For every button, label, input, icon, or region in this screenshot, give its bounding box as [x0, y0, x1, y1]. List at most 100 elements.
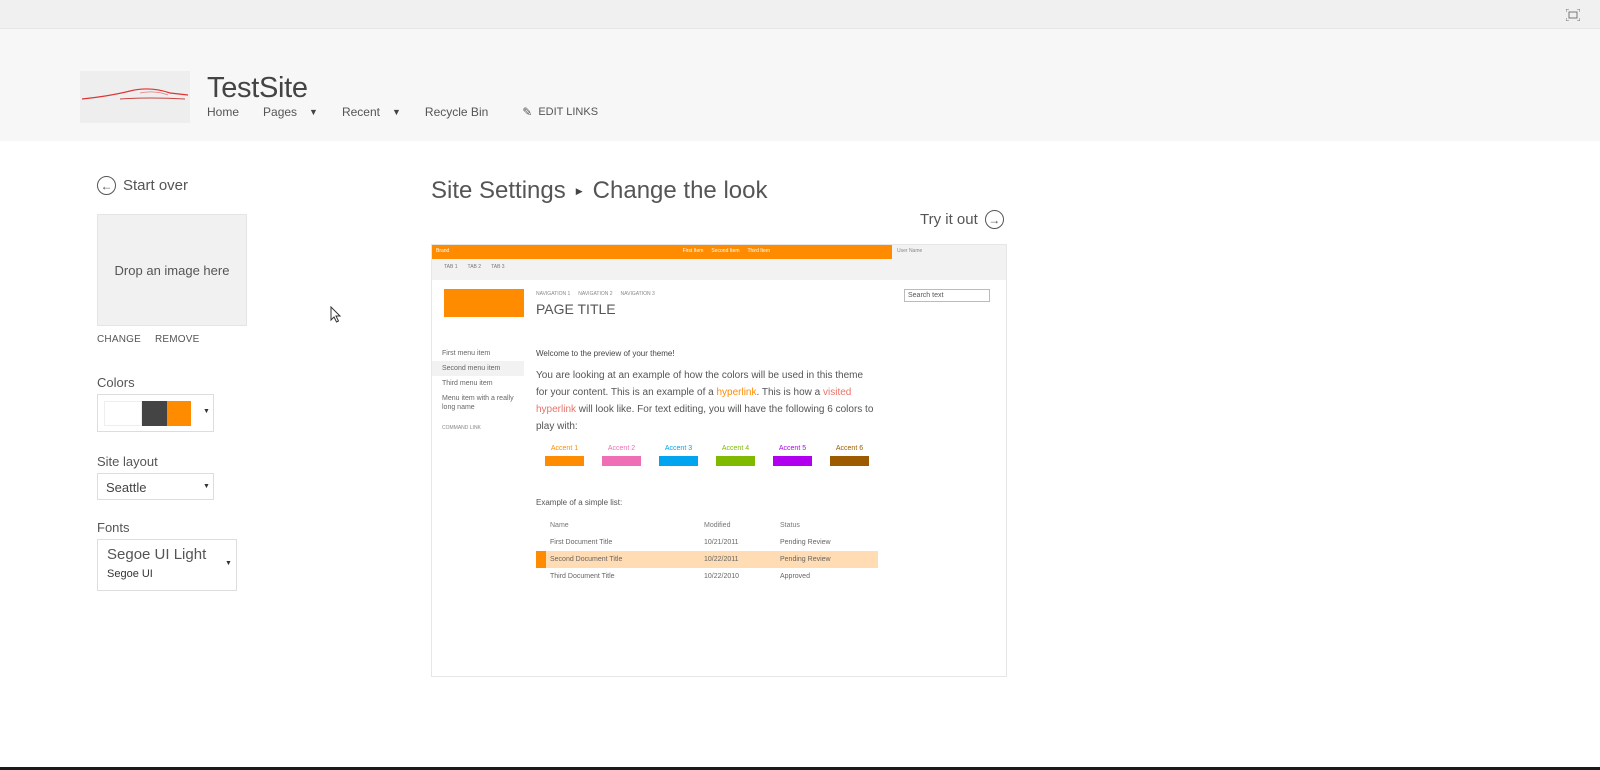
theme-preview: Brand First Item Second Item Third Item …	[431, 244, 1007, 677]
colors-dropdown[interactable]: ▼	[97, 394, 214, 432]
site-logo[interactable]	[80, 71, 190, 123]
fullscreen-focus-icon[interactable]	[1566, 9, 1580, 21]
accent-swatch	[602, 456, 641, 466]
dropdown-caret-icon: ▼	[203, 483, 210, 490]
table-cell: Pending Review	[780, 556, 831, 563]
start-over-button[interactable]: ← Start over	[97, 176, 188, 195]
nav-pages-label: Pages	[263, 105, 298, 119]
accent-color-item: Accent 5	[764, 445, 821, 466]
preview-simple-list: Name Modified Status First Document Titl…	[536, 517, 878, 585]
preview-nav-item: NAVIGATION 1	[536, 291, 571, 297]
page-title: Change the look	[592, 177, 768, 204]
nav-home-label: Home	[207, 105, 240, 119]
table-cell: Approved	[780, 573, 810, 580]
accent-swatch	[830, 456, 869, 466]
preview-list-label: Example of a simple list:	[536, 498, 623, 507]
start-over-label: Start over	[123, 177, 189, 194]
preview-list-header: Name Modified Status	[536, 517, 878, 534]
accent-label: Accent 5	[778, 445, 807, 452]
preview-accent-colors: Accent 1 Accent 2 Accent 3 Accent 4 Accent 5…	[536, 445, 878, 466]
preview-suite-link: Third Item	[747, 248, 770, 254]
font-heading-value: Segoe UI Light	[107, 546, 207, 563]
edit-links-button[interactable]: ✎ EDIT LINKS	[522, 105, 598, 119]
accent-color-item: Accent 3	[650, 445, 707, 466]
preview-suite-link: First Item	[682, 248, 704, 254]
car-logo-icon	[81, 88, 189, 100]
accent-color-item: Accent 2	[593, 445, 650, 466]
preview-search-box: Search text	[904, 289, 990, 302]
breadcrumb: Site Settings ▶ Change the look	[431, 177, 767, 205]
site-title[interactable]: TestSite	[207, 72, 308, 105]
browser-top-bar	[0, 0, 1600, 29]
preview-suite-links: First Item Second Item Third Item	[675, 248, 770, 254]
table-cell: 10/22/2010	[704, 573, 740, 580]
image-drop-zone[interactable]: Drop an image here	[97, 214, 247, 326]
caret-down-icon[interactable]: ▼	[309, 107, 318, 117]
accent-color-item: Accent 1	[536, 445, 593, 466]
table-row: Third Document Title 10/22/2010 Approved	[536, 568, 878, 585]
breadcrumb-separator-icon: ▶	[575, 185, 583, 196]
preview-hyperlink: hyperlink	[716, 387, 757, 398]
table-cell: First Document Title	[550, 539, 613, 546]
caret-down-icon[interactable]: ▼	[392, 107, 401, 117]
preview-brand-bar: Brand First Item Second Item Third Item	[432, 245, 892, 259]
color-swatch-accent	[167, 401, 191, 426]
try-it-out-label: Try it out	[920, 211, 978, 228]
colors-label: Colors	[97, 375, 135, 390]
nav-recent[interactable]: Recent ▼	[342, 105, 401, 119]
fonts-label: Fonts	[97, 520, 130, 535]
font-body-value: Segoe UI	[107, 568, 153, 580]
accent-color-item: Accent 6	[821, 445, 878, 466]
preview-paragraph: You are looking at an example of how the…	[536, 367, 876, 435]
try-it-out-button[interactable]: Try it out →	[920, 210, 1004, 229]
preview-menu-item-selected: Second menu item	[432, 361, 524, 376]
breadcrumb-site-settings[interactable]: Site Settings	[431, 177, 566, 205]
color-swatch-background	[104, 401, 142, 426]
preview-left-menu: First menu item Second menu item Third m…	[432, 346, 524, 431]
dropdown-caret-icon: ▼	[225, 560, 232, 567]
accent-swatch	[716, 456, 755, 466]
preview-brand: Brand	[436, 248, 450, 254]
table-cell: Second Document Title	[550, 556, 623, 563]
column-header-modified: Modified	[704, 522, 731, 529]
fonts-dropdown[interactable]: Segoe UI Light Segoe UI ▼	[97, 539, 237, 591]
remove-image-link[interactable]: REMOVE	[155, 334, 200, 345]
change-image-link[interactable]: CHANGE	[97, 334, 141, 345]
preview-text: will look like. For text editing, you wi…	[536, 404, 874, 432]
mouse-cursor-icon	[330, 306, 342, 323]
table-row: Second Document Title 10/22/2011 Pending R…	[536, 551, 878, 568]
preview-suite-link: Second Item	[711, 248, 740, 254]
color-swatch-text	[142, 401, 167, 426]
preview-suite-bar: Brand First Item Second Item Third Item …	[432, 245, 1006, 280]
preview-tab: TAB 3	[491, 264, 505, 270]
site-layout-value: Seattle	[106, 480, 147, 495]
column-header-status: Status	[780, 522, 800, 529]
pencil-icon: ✎	[522, 105, 533, 119]
accent-swatch	[659, 456, 698, 466]
accent-swatch	[545, 456, 584, 466]
preview-tab: TAB 2	[467, 264, 482, 270]
accent-label: Accent 2	[607, 445, 636, 452]
nav-recycle-bin[interactable]: Recycle Bin	[425, 105, 488, 119]
nav-recent-label: Recent	[341, 105, 380, 119]
preview-tabs: TAB 1 TAB 2 TAB 3	[444, 264, 515, 270]
preview-nav-item: NAVIGATION 3	[620, 291, 655, 297]
nav-pages[interactable]: Pages ▼	[263, 105, 318, 119]
image-actions: CHANGE REMOVE	[97, 334, 214, 345]
accent-label: Accent 4	[721, 445, 750, 452]
table-cell: Pending Review	[780, 539, 831, 546]
nav-recycle-bin-label: Recycle Bin	[424, 105, 489, 119]
preview-navigation: NAVIGATION 1 NAVIGATION 2 NAVIGATION 3	[536, 291, 663, 297]
accent-color-item: Accent 4	[707, 445, 764, 466]
site-header: TestSite Home Pages ▼ Recent ▼ Recycle Bin…	[0, 29, 1600, 141]
site-layout-dropdown[interactable]: Seattle ▼	[97, 473, 214, 500]
preview-command-link: COMMAND LINK	[442, 425, 481, 431]
back-arrow-icon: ←	[97, 176, 116, 195]
accent-swatch	[773, 456, 812, 466]
top-navigation: Home Pages ▼ Recent ▼ Recycle Bin ✎ EDIT L…	[207, 105, 598, 119]
accent-label: Accent 1	[550, 445, 579, 452]
preview-logo	[444, 289, 524, 317]
preview-menu-item: Menu item with a really long name	[442, 395, 514, 411]
site-layout-label: Site layout	[97, 454, 158, 469]
nav-home[interactable]: Home	[207, 105, 239, 119]
